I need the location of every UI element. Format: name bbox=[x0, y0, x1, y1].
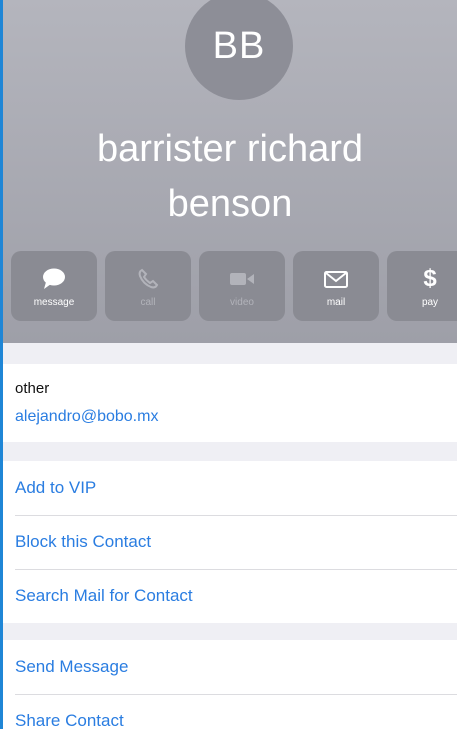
mail-label: mail bbox=[326, 297, 346, 308]
send-message-button[interactable]: Send Message bbox=[3, 640, 457, 694]
contact-name: barrister richard benson bbox=[96, 128, 364, 225]
video-camera-icon bbox=[228, 264, 256, 294]
avatar-initials: BB bbox=[212, 24, 266, 67]
message-label: message bbox=[33, 297, 75, 308]
video-label: video bbox=[230, 297, 254, 308]
pay-button[interactable]: $ pay bbox=[387, 251, 457, 321]
message-button[interactable]: message bbox=[11, 251, 97, 321]
contact-card: BB barrister richard benson message call… bbox=[0, 0, 457, 729]
email-section: other alejandro@bobo.mx bbox=[3, 364, 457, 442]
contact-options-list: Add to VIP Block this Contact Search Mai… bbox=[3, 461, 457, 623]
share-options-list: Send Message Share Contact bbox=[3, 640, 457, 729]
dollar-icon: $ bbox=[423, 265, 437, 292]
phone-icon bbox=[137, 264, 159, 294]
add-to-vip-button[interactable]: Add to VIP bbox=[3, 461, 457, 515]
share-contact-button[interactable]: Share Contact bbox=[3, 694, 457, 729]
email-link[interactable]: alejandro@bobo.mx bbox=[15, 408, 158, 426]
envelope-icon bbox=[323, 264, 349, 294]
mail-button[interactable]: mail bbox=[293, 251, 379, 321]
message-bubble-icon bbox=[41, 264, 67, 294]
avatar: BB bbox=[185, 0, 293, 100]
email-type-label: other bbox=[15, 380, 50, 397]
quick-actions: message call video mail $ pay bbox=[11, 251, 457, 321]
search-mail-button[interactable]: Search Mail for Contact bbox=[3, 569, 457, 623]
pay-label: pay bbox=[421, 297, 439, 308]
call-label: call bbox=[140, 297, 156, 308]
call-button[interactable]: call bbox=[105, 251, 191, 321]
video-button[interactable]: video bbox=[199, 251, 285, 321]
contact-header: BB barrister richard benson message call… bbox=[3, 0, 457, 343]
block-contact-button[interactable]: Block this Contact bbox=[3, 515, 457, 569]
